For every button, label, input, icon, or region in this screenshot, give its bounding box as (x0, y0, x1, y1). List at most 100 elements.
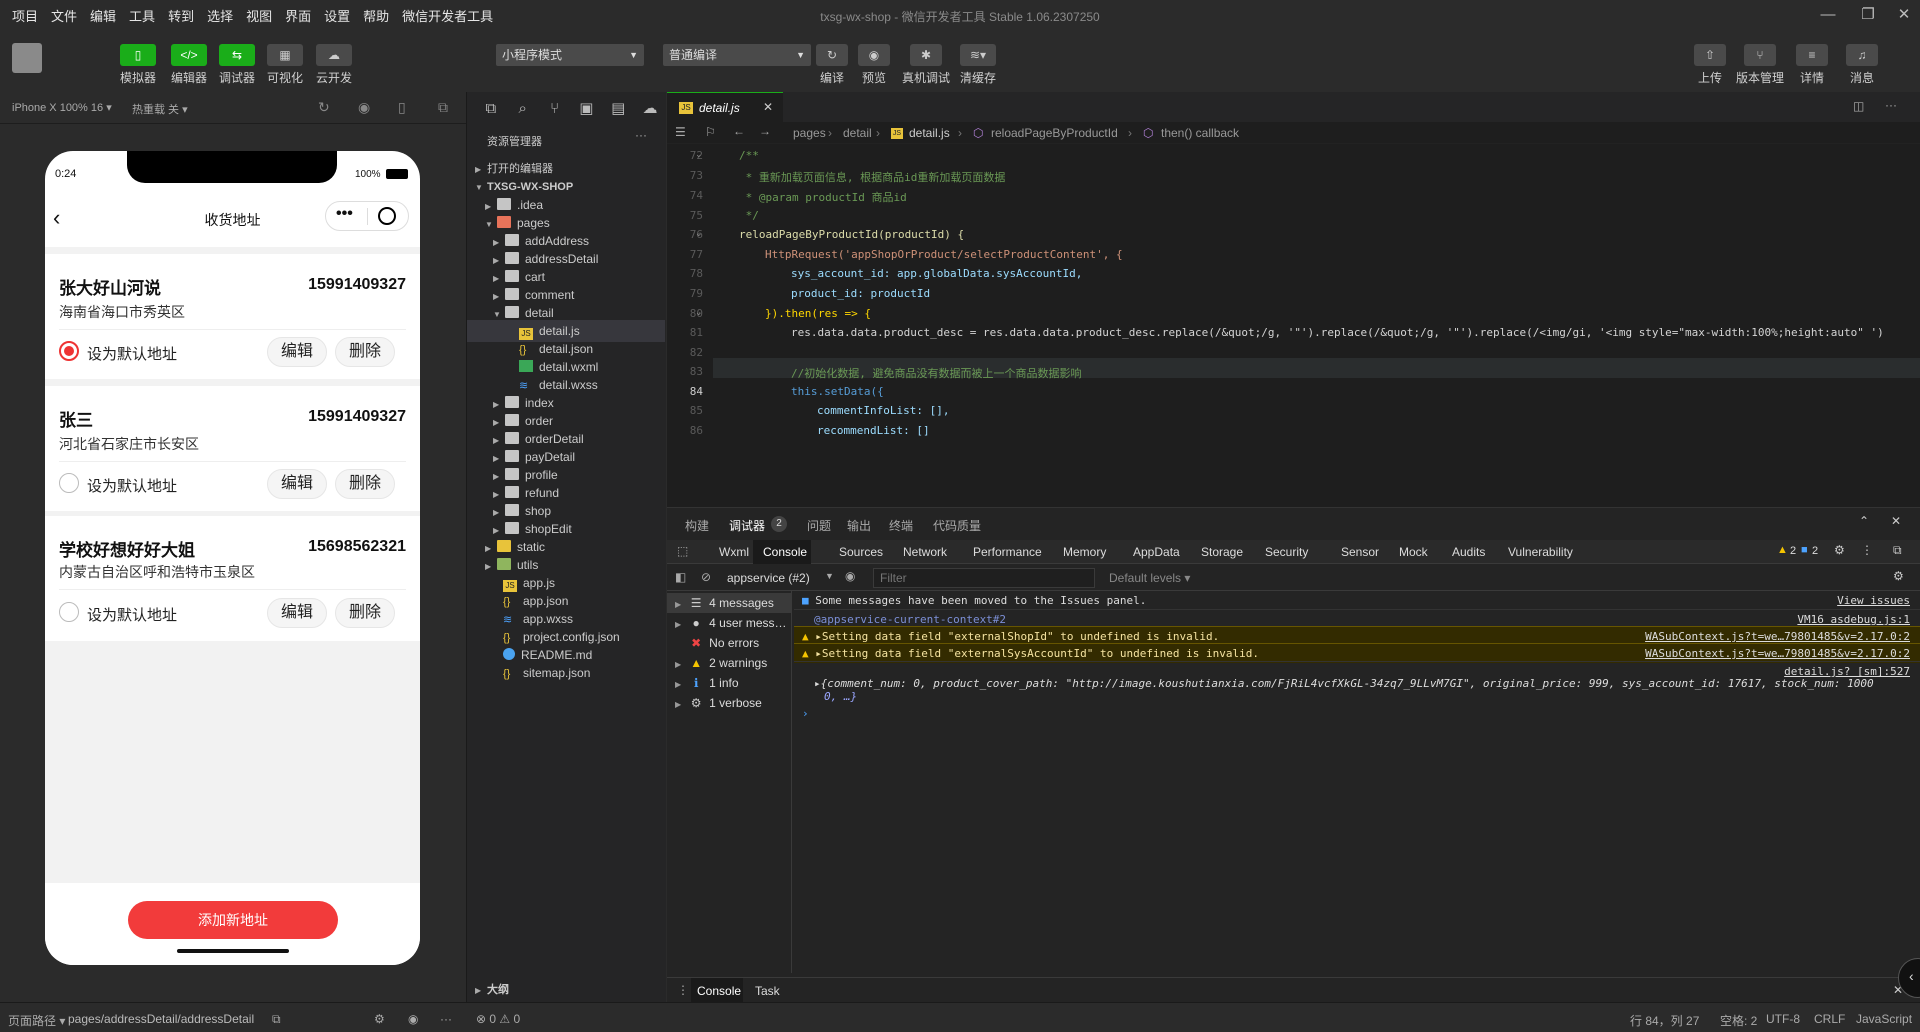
problems-indicator[interactable]: ⊗ 0 ⚠ 0 (476, 1012, 520, 1026)
tab-security[interactable]: Security (1265, 545, 1308, 559)
editor-button[interactable]: </> 编辑器 (171, 44, 207, 86)
record-icon[interactable]: ◉ (358, 99, 370, 116)
tab-code-quality[interactable]: 代码质量 (933, 517, 981, 534)
tab-vulnerability[interactable]: Vulnerability (1508, 545, 1573, 559)
edit-button[interactable]: 编辑 (267, 337, 327, 367)
avatar[interactable] (12, 43, 42, 73)
git-icon[interactable]: ⑂ (539, 100, 571, 117)
tab-storage[interactable]: Storage (1201, 545, 1243, 559)
menu-goto[interactable]: 转到 (168, 6, 194, 25)
kebab-icon[interactable]: ⋮ (677, 983, 689, 997)
fold-icon[interactable]: ⌄ (695, 149, 703, 160)
edit-button[interactable]: 编辑 (267, 598, 327, 628)
clear-cache-button[interactable]: ≋▾ 清缓存 (960, 44, 996, 86)
console-prompt[interactable]: › (794, 704, 1920, 724)
address-card[interactable]: 张大好山河说 15991409327 海南省海口市秀英区 设为默认地址 编辑 删… (45, 254, 420, 379)
filter-input[interactable] (873, 568, 1095, 588)
encoding[interactable]: UTF-8 (1766, 1012, 1800, 1026)
menu-interface[interactable]: 界面 (285, 6, 311, 25)
tab-appdata[interactable]: AppData (1133, 545, 1180, 559)
tab-wxml[interactable]: Wxml (719, 545, 749, 559)
more-icon[interactable]: ••• (336, 205, 353, 223)
list-icon[interactable]: ☰ (675, 125, 686, 139)
context-select[interactable]: appservice (#2) ▼ (727, 568, 837, 588)
tab-build[interactable]: 构建 (685, 517, 709, 534)
close-icon[interactable]: ✕ (1892, 4, 1916, 26)
sidebar-item-user-messages[interactable]: ▶ ● 4 user mess… (675, 613, 787, 633)
line-ending[interactable]: CRLF (1814, 1012, 1845, 1026)
collapse-icon[interactable]: ⌃ (1859, 514, 1869, 528)
close-circle-icon[interactable] (378, 207, 396, 225)
dock-icon[interactable]: ⧉ (1893, 543, 1902, 558)
search-icon[interactable]: ⌕ (507, 100, 539, 117)
language-mode[interactable]: JavaScript (1856, 1012, 1912, 1026)
bookmark-icon[interactable]: ⚐ (705, 125, 716, 139)
address-card[interactable]: 学校好想好好大姐 15698562321 内蒙古自治区呼和浩特市玉泉区 设为默认… (45, 516, 420, 641)
page-path-label[interactable]: 页面路径 ▾ (8, 1012, 65, 1029)
split-icon[interactable]: ◫ (1853, 99, 1864, 113)
menu-edit[interactable]: 编辑 (90, 6, 116, 25)
files-icon[interactable]: ⧉ (475, 100, 507, 117)
more-icon[interactable]: ··· (635, 128, 647, 142)
real-debug-button[interactable]: ✱ 真机调试 (902, 44, 950, 86)
fold-icon[interactable]: ⌄ (695, 385, 703, 396)
breadcrumb-item[interactable]: pages (793, 126, 826, 140)
breadcrumb-item[interactable]: detail.js (909, 126, 950, 140)
outline-section[interactable]: ▶ 大纲 (475, 979, 509, 1001)
tab-sources[interactable]: Sources (839, 545, 883, 559)
view-issues-link[interactable]: View issues (1837, 591, 1910, 611)
eye-icon[interactable]: ◉ (845, 569, 855, 583)
cloud-button[interactable]: ☁ 云开发 (316, 44, 352, 86)
sidebar-item-info[interactable]: ▶ ℹ 1 info (675, 673, 739, 693)
tab-console-active[interactable]: Console (753, 540, 811, 564)
extensions-icon[interactable]: ▣ (570, 99, 602, 117)
sidebar-item-messages[interactable]: ▶ ☰ 4 messages (675, 593, 774, 613)
debug-icon[interactable]: ▤ (602, 99, 634, 117)
compile-button[interactable]: ↻ 编译 (816, 44, 848, 86)
tab-audits[interactable]: Audits (1452, 545, 1485, 559)
mode-select[interactable]: 小程序模式 ▼ (496, 44, 644, 66)
device-select[interactable]: iPhone X 100% 16 ▾ (12, 101, 112, 114)
delete-button[interactable]: 删除 (335, 469, 395, 499)
tab-mock[interactable]: Mock (1399, 545, 1428, 559)
inspect-icon[interactable]: ⬚ (677, 544, 688, 558)
tab-output[interactable]: 输出 (847, 517, 871, 534)
tab-debugger[interactable]: 调试器 (729, 517, 765, 534)
forward-icon[interactable]: → (759, 124, 771, 138)
delete-button[interactable]: 删除 (335, 598, 395, 628)
popout-icon[interactable]: ⧉ (438, 99, 448, 116)
copy-icon[interactable]: ⧉ (272, 1012, 281, 1027)
fold-icon[interactable]: ⌄ (695, 307, 703, 318)
hot-reload-select[interactable]: 热重载 关 ▾ (132, 101, 188, 117)
phone-icon[interactable]: ▯ (398, 99, 406, 116)
levels-select[interactable]: Default levels ▾ (1109, 571, 1190, 585)
tab-problems[interactable]: 问题 (807, 517, 831, 534)
menu-view[interactable]: 视图 (246, 6, 272, 25)
menu-file[interactable]: 文件 (51, 6, 77, 25)
tree-file[interactable]: {} sitemap.json (503, 662, 590, 684)
sidebar-toggle-icon[interactable]: ◧ (675, 570, 686, 584)
close-icon[interactable]: ✕ (1891, 514, 1901, 528)
menu-settings[interactable]: 设置 (324, 6, 350, 25)
delete-button[interactable]: 删除 (335, 337, 395, 367)
debugger-button[interactable]: ⇆ 调试器 (219, 44, 255, 86)
breadcrumb-item[interactable]: reloadPageByProductId (991, 126, 1118, 140)
tab-terminal[interactable]: 终端 (889, 517, 913, 534)
cloud-icon[interactable]: ☁ (634, 99, 666, 117)
cursor-position[interactable]: 行 84，列 27 (1630, 1012, 1699, 1029)
code-area[interactable]: 72 73 74 75 76 77 78 79 80 81 82 83 84 8… (667, 146, 1920, 507)
version-button[interactable]: ⑂ 版本管理 (1736, 44, 1784, 86)
sidebar-item-warnings[interactable]: ▶ ▲ 2 warnings (675, 653, 767, 673)
sidebar-item-verbose[interactable]: ▶ ⚙ 1 verbose (675, 693, 762, 713)
edit-button[interactable]: 编辑 (267, 469, 327, 499)
close-tab-icon[interactable]: ✕ (763, 100, 773, 114)
kebab-icon[interactable]: ⋮ (1861, 543, 1873, 557)
editor-tab[interactable]: JS detail.js ✕ (667, 92, 783, 122)
default-radio[interactable] (59, 341, 79, 361)
more-icon[interactable]: ··· (440, 1012, 452, 1026)
preview-button[interactable]: ◉ 预览 (858, 44, 890, 86)
page-path[interactable]: pages/addressDetail/addressDetail (68, 1012, 254, 1026)
default-radio[interactable] (59, 602, 79, 622)
menu-devtools[interactable]: 微信开发者工具 (402, 6, 493, 25)
capsule-menu[interactable]: ••• (325, 201, 409, 231)
